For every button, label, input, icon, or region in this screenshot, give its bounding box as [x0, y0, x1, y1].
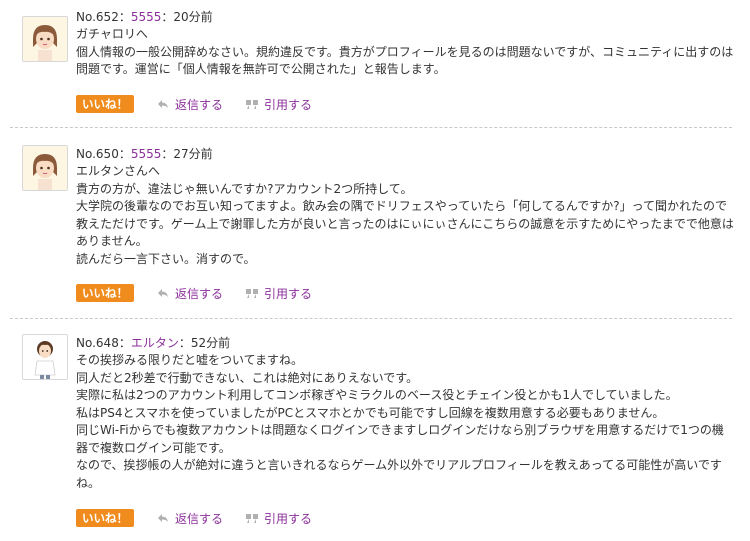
post-author-link[interactable]: エルタン [131, 336, 179, 350]
post-number: No.648 [76, 336, 119, 350]
avatar[interactable] [22, 16, 68, 62]
post-body-line: 器で複数ログイン可能です。 [76, 440, 231, 455]
quote-button[interactable]: 引用する [245, 285, 312, 302]
quote-label: 引用する [264, 286, 313, 301]
post-body-line: 私はPS4とスマホを使っていましたがPCとスマホとかでも可能ですし回線を複数用意… [76, 405, 665, 420]
reply-button[interactable]: 返信する [156, 510, 223, 527]
reply-label: 返信する [175, 511, 224, 526]
quote-icon [246, 289, 259, 298]
post-body-line: その挨拶みる限りだと嘘をついてますね。 [76, 353, 304, 367]
post-body-line: ガチャロリへ [76, 27, 148, 41]
post-body: その挨拶みる限りだと嘘をついてますね。 同人だと2秒差で行動できない、これは絶対… [76, 352, 740, 492]
post-actions: いいね！ 返信する 引用する [76, 94, 312, 114]
like-button[interactable]: いいね！ [76, 509, 134, 527]
avatar[interactable] [22, 334, 68, 380]
post-divider [10, 127, 732, 128]
quote-button[interactable]: 引用する [245, 510, 312, 527]
like-button[interactable]: いいね！ [76, 284, 134, 302]
post-body: エルタンさんへ 貴方の方が、違法じゃ無いんですか?アカウント2つ所持して。 大学… [76, 163, 740, 268]
post-body-line: 問題です。運営に「個人情報を無許可で公開された」と報告します。 [76, 62, 446, 76]
post-number: No.650 [76, 147, 119, 161]
reply-button[interactable]: 返信する [156, 285, 223, 302]
quote-icon [246, 100, 259, 109]
post-actions: いいね！ 返信する 引用する [76, 283, 312, 303]
avatar-boy-icon [23, 335, 67, 379]
post-body-line: 教えただけです。ゲーム上で謝罪した方が良いと言ったのはにぃにぃさんにこちらの誠意… [76, 216, 734, 231]
post-body-line: 大学院の後輩なのでお互い知ってますよ。飲み会の隅でドリフェスやっていたら「何して… [76, 199, 728, 213]
reply-label: 返信する [175, 286, 224, 301]
avatar-girl-icon [23, 17, 67, 61]
reply-label: 返信する [175, 97, 224, 112]
post-time: 20分前 [173, 10, 213, 24]
post-author-link[interactable]: 5555 [131, 10, 162, 24]
post-body-line: 同じWi-Fiからでも複数アカウントは問題なくログインできますしログインだけなら… [76, 423, 724, 437]
quote-icon [246, 514, 259, 523]
quote-button[interactable]: 引用する [245, 96, 312, 113]
quote-label: 引用する [264, 511, 313, 526]
reply-arrow-icon [158, 289, 168, 297]
quote-label: 引用する [264, 97, 313, 112]
post-body-line: 個人情報の一般公開辞めなさい。規約違反です。貴方がプロフィールを見るのは問題ない… [76, 44, 734, 59]
post-author-link[interactable]: 5555 [131, 147, 162, 161]
post-body-line: 貴方の方が、違法じゃ無いんですか?アカウント2つ所持して。 [76, 181, 413, 196]
reply-arrow-icon [158, 100, 168, 108]
post-body-line: なので、挨拶帳の人が絶対に違うと言いきれるならゲーム外以外でリアルプロフィールを… [76, 458, 722, 472]
post-body-line: エルタンさんへ [76, 164, 161, 178]
like-button[interactable]: いいね！ [76, 95, 134, 113]
reply-arrow-icon [158, 514, 168, 522]
post-meta: No.652：5555：20分前 [76, 10, 213, 24]
post-meta: No.648：エルタン：52分前 [76, 336, 231, 350]
post-body-line: ね。 [76, 475, 101, 490]
post-number: No.652 [76, 10, 119, 24]
post-body-line: 読んだら一言下さい。消すので。 [76, 251, 256, 266]
post-actions: いいね！ 返信する 引用する [76, 508, 312, 528]
post-divider [10, 318, 732, 319]
post-body-line: ありません。 [76, 234, 148, 248]
avatar-girl-icon [23, 146, 67, 190]
post-meta: No.650：5555：27分前 [76, 147, 213, 161]
post-body-line: 実際に私は2つのアカウント利用してコンボ稼ぎやミラクルのベース役とチェイン役とか… [76, 388, 678, 402]
post-time: 27分前 [173, 147, 213, 161]
post-body: ガチャロリへ 個人情報の一般公開辞めなさい。規約違反です。貴方がプロフィールを見… [76, 26, 740, 79]
post-time: 52分前 [190, 336, 231, 350]
post-body-line: 同人だと2秒差で行動できない、これは絶対にありえないです。 [76, 370, 419, 385]
comment-thread: No.652：5555：20分前 ガチャロリへ 個人情報の一般公開辞めなさい。規… [0, 0, 750, 541]
reply-button[interactable]: 返信する [156, 96, 223, 113]
avatar[interactable] [22, 145, 68, 191]
